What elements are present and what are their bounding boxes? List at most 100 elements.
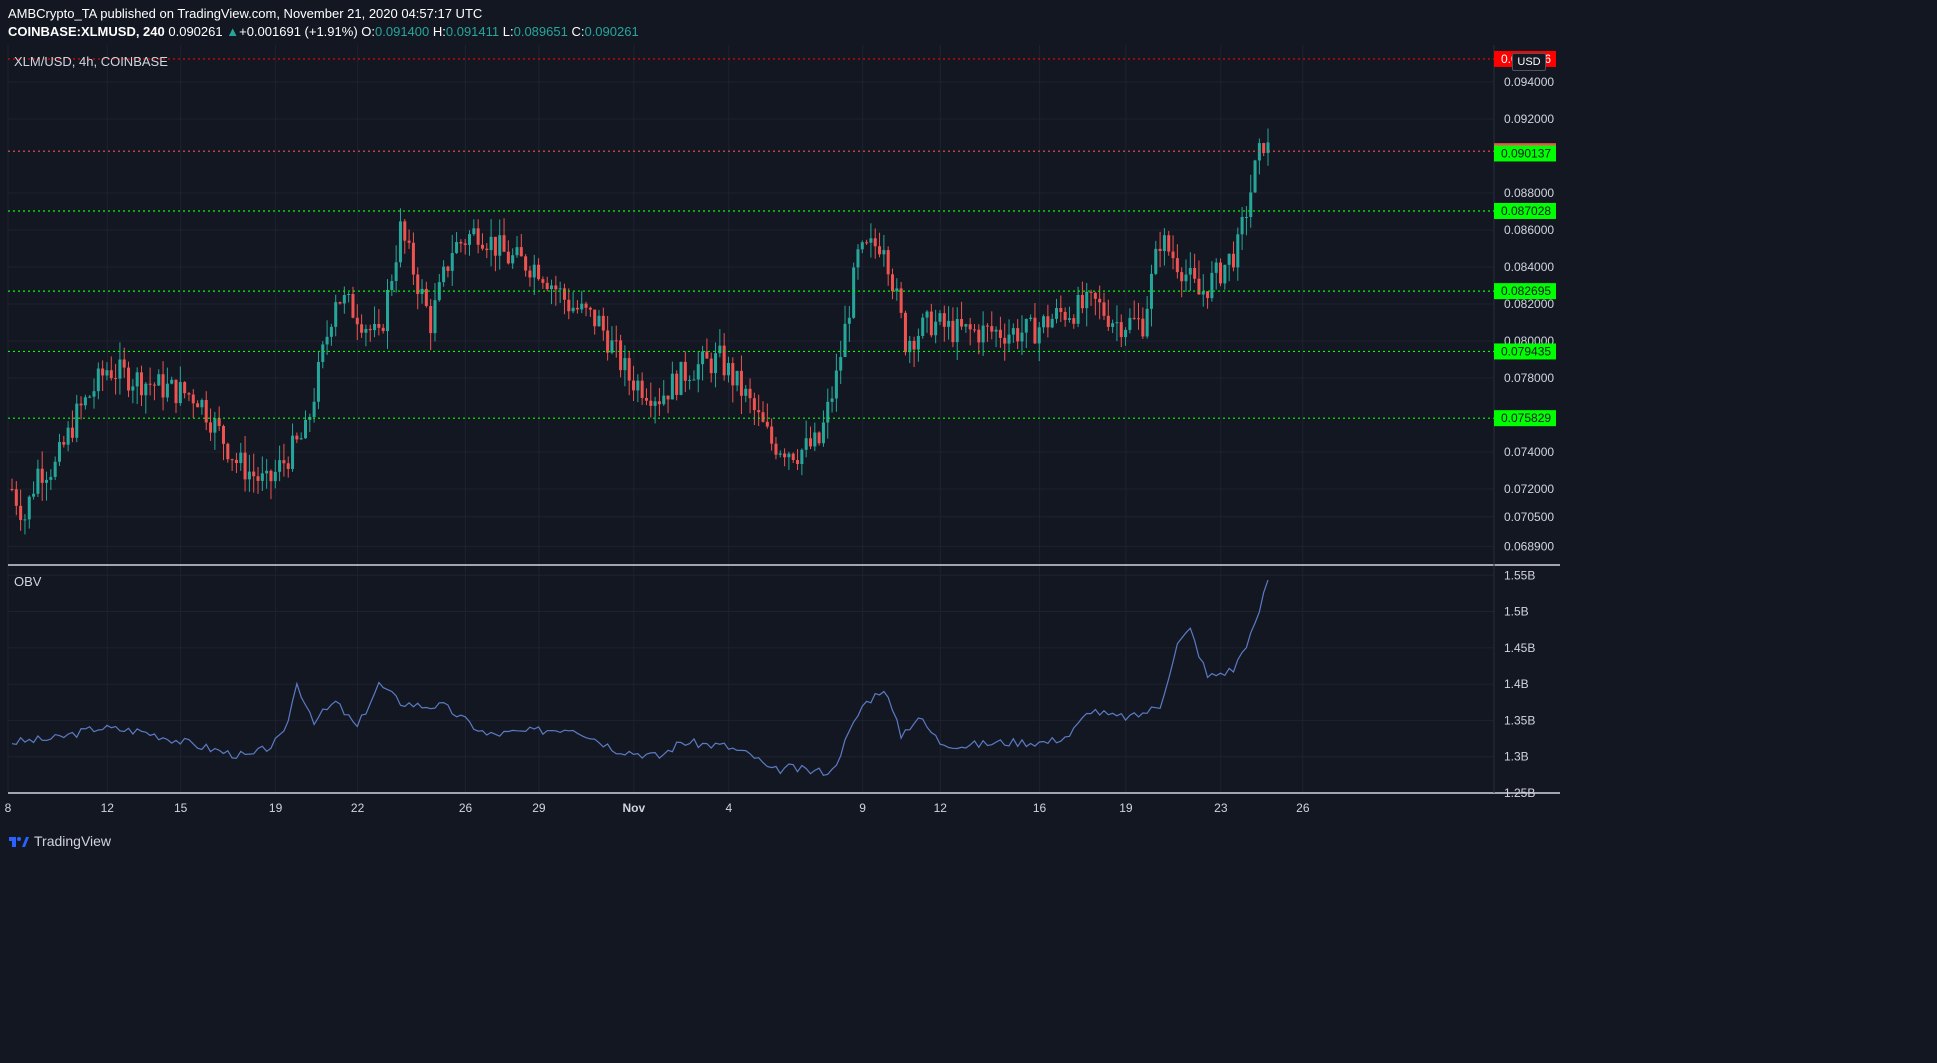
candle-body	[998, 329, 1002, 338]
candle-body	[1167, 235, 1171, 252]
candle-body	[580, 303, 584, 310]
candle-body	[10, 489, 14, 490]
candle-body	[1003, 337, 1007, 344]
candle-body	[118, 359, 122, 379]
candle-body	[256, 476, 260, 481]
candle-body	[101, 368, 105, 376]
candle-body	[221, 426, 226, 444]
tradingview-brand[interactable]: TradingView	[8, 833, 111, 849]
candle-body	[243, 452, 247, 480]
y-tick-label: 0.072000	[1504, 482, 1554, 496]
candle-body	[1132, 317, 1136, 319]
candle-body	[597, 315, 601, 327]
candle-body	[774, 443, 778, 455]
candle-body	[1067, 318, 1071, 320]
candle-body	[567, 299, 571, 312]
candle-body	[528, 270, 532, 278]
candle-body	[524, 256, 528, 271]
level-label: 0.082695	[1501, 284, 1551, 298]
candle-body	[1072, 318, 1076, 324]
candle-body	[1219, 262, 1223, 284]
candle-body	[170, 379, 174, 384]
candle-body	[614, 340, 618, 342]
candle-body	[334, 302, 338, 327]
candle-body	[446, 266, 450, 271]
candle-body	[360, 324, 364, 333]
candle-body	[459, 242, 463, 244]
candle-body	[532, 264, 536, 278]
currency-button[interactable]: USD	[1512, 53, 1546, 71]
y-tick-label: 0.068900	[1504, 539, 1554, 553]
candle-body	[1154, 248, 1158, 274]
x-tick-label: 8	[5, 801, 12, 815]
candle-body	[1016, 328, 1020, 342]
candle-body	[619, 340, 623, 371]
candle-body	[1201, 291, 1205, 295]
candle-body	[398, 221, 402, 263]
price-chart[interactable]: 8 12 15 19 22 26 29 Nov 4 9 12 16 19 23 26 0.094000 0.09…	[0, 0, 1568, 822]
candle-body	[338, 302, 342, 304]
candle-body	[916, 335, 920, 350]
candle-body	[804, 438, 808, 450]
candle-body	[571, 307, 575, 312]
candle-body	[1111, 323, 1115, 327]
candle-body	[783, 453, 787, 458]
candle-body	[66, 427, 70, 445]
candle-body	[757, 410, 761, 413]
candle-body	[739, 370, 743, 396]
candle-body	[239, 452, 243, 464]
candle-body	[131, 386, 135, 391]
candle-body	[217, 418, 221, 427]
candle-body	[70, 427, 74, 438]
candle-body	[947, 320, 951, 327]
candle-body	[899, 288, 903, 313]
candle-body	[394, 262, 398, 282]
candle-body	[839, 357, 843, 371]
candle-body	[183, 382, 187, 394]
candle-body	[92, 391, 96, 397]
candle-body	[57, 442, 61, 462]
candle-body	[1046, 316, 1050, 328]
candle-body	[731, 363, 735, 386]
candle-body	[1080, 294, 1084, 309]
candle-body	[442, 266, 446, 283]
candle-body	[433, 300, 437, 334]
candle-body	[135, 372, 139, 387]
candle-body	[1193, 267, 1197, 279]
candle-body	[316, 361, 320, 402]
candle-body	[632, 380, 636, 391]
candle-body	[493, 236, 497, 256]
candle-body	[972, 329, 977, 331]
candle-body	[813, 432, 817, 447]
candle-body	[105, 370, 109, 376]
candle-body	[610, 340, 614, 353]
candle-body	[787, 453, 791, 458]
y-tick-label: 0.094000	[1504, 75, 1554, 89]
candle-body	[683, 361, 687, 381]
candle-body	[912, 340, 916, 350]
candle-body	[200, 400, 204, 408]
candle-body	[480, 244, 484, 249]
candle-body	[653, 401, 657, 406]
candle-body	[351, 294, 355, 318]
candle-body	[627, 358, 631, 381]
candle-body	[45, 479, 49, 483]
candle-body	[856, 249, 860, 268]
candle-body	[295, 435, 299, 440]
candle-body	[196, 403, 200, 408]
candle-body	[1236, 234, 1240, 268]
candle-body	[1007, 334, 1011, 344]
obv-y-tick-label: 1.55B	[1504, 568, 1535, 582]
candle-body	[770, 426, 774, 444]
candle-body	[890, 274, 895, 292]
candle-body	[1124, 329, 1128, 338]
candle-body	[286, 463, 290, 469]
candle-body	[139, 372, 143, 396]
candle-body	[161, 374, 165, 398]
candle-body	[821, 422, 825, 444]
y-tick-label: 0.084000	[1504, 260, 1554, 274]
candle-body	[657, 401, 661, 405]
candle-body	[908, 340, 912, 353]
candle-body	[83, 397, 87, 406]
obv-y-tick-label: 1.5B	[1504, 605, 1529, 619]
